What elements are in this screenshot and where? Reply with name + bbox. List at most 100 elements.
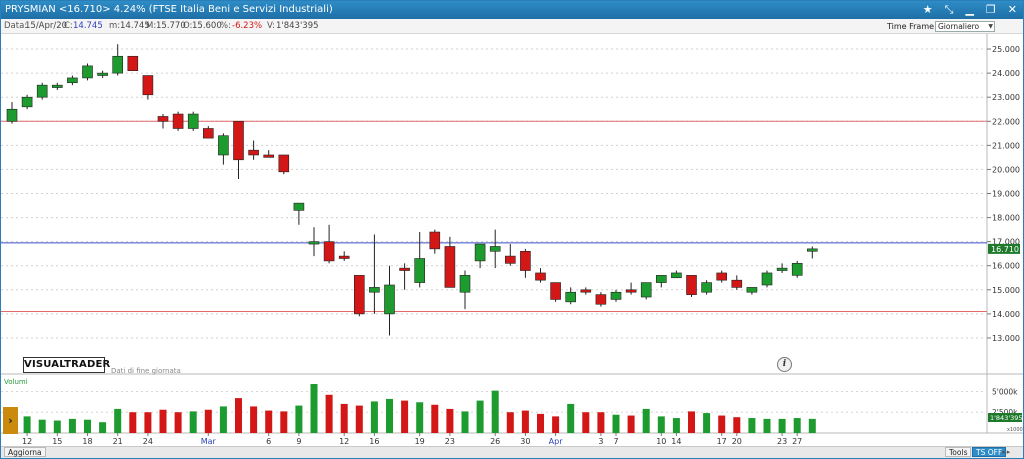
volume-bar[interactable] (159, 409, 167, 433)
candle-body[interactable] (640, 282, 652, 298)
candle-body[interactable] (353, 275, 365, 315)
candle-body[interactable] (157, 116, 169, 122)
candle-body[interactable] (187, 113, 199, 129)
candle-body[interactable] (82, 65, 93, 79)
candle-body[interactable] (716, 272, 728, 281)
candle-body[interactable] (459, 275, 471, 293)
candle-body[interactable] (580, 289, 592, 293)
candle-body[interactable] (323, 241, 335, 262)
candle-body[interactable] (369, 287, 380, 293)
volume-bar[interactable] (672, 418, 680, 433)
candle-body[interactable] (655, 275, 667, 283)
refresh-button[interactable]: Aggiorna (4, 447, 46, 457)
candle-body[interactable] (761, 272, 773, 286)
volume-bar[interactable] (446, 408, 454, 433)
volume-bar[interactable] (763, 418, 771, 433)
candle-body[interactable] (701, 282, 712, 293)
candle-body[interactable] (172, 113, 184, 129)
volume-bar[interactable] (778, 418, 786, 433)
candle-body[interactable] (414, 258, 426, 283)
volume-bar[interactable] (718, 415, 726, 433)
candle-body[interactable] (671, 272, 682, 279)
volume-bar[interactable] (235, 398, 242, 433)
candle-body[interactable] (51, 84, 63, 88)
candle-body[interactable] (112, 55, 123, 74)
candle-body[interactable] (399, 267, 410, 271)
info-icon[interactable]: i (777, 357, 792, 372)
volume-bar[interactable] (703, 413, 711, 433)
volume-bar[interactable] (688, 411, 695, 433)
candle-body[interactable] (338, 255, 350, 259)
candle-body[interactable] (746, 287, 758, 293)
volume-bar[interactable] (174, 412, 182, 433)
volume-bar[interactable] (461, 411, 469, 433)
price-chart[interactable]: 25.000 24.000 23.000 22.000 21.000 20.000 19.0… (1, 1, 1023, 446)
candle-body[interactable] (308, 241, 320, 245)
candle-body[interactable] (489, 246, 501, 252)
volume-bar[interactable] (431, 404, 439, 433)
candle-body[interactable] (429, 231, 441, 250)
volume-bar[interactable] (401, 400, 409, 433)
candle-body[interactable] (67, 77, 78, 84)
volume-bar[interactable] (506, 412, 514, 433)
volume-bar[interactable] (340, 403, 348, 433)
volume-bar[interactable] (476, 400, 484, 433)
volume-bar[interactable] (310, 383, 318, 433)
volume-bar[interactable] (612, 414, 620, 433)
volume-bar[interactable] (38, 419, 46, 433)
volume-bar[interactable] (23, 416, 31, 433)
volume-bar[interactable] (748, 418, 756, 433)
volume-bar[interactable] (68, 418, 76, 433)
candle-body[interactable] (384, 284, 395, 315)
candle-body[interactable] (504, 255, 516, 264)
candle-body[interactable] (444, 246, 456, 288)
candle-body[interactable] (248, 149, 259, 156)
candle-body[interactable] (595, 294, 607, 305)
chevron-right-icon[interactable]: › (3, 407, 18, 434)
candle-body[interactable] (550, 282, 561, 300)
volume-bar[interactable] (582, 412, 590, 433)
candle-body[interactable] (218, 135, 229, 156)
candle-body[interactable] (731, 279, 743, 288)
candle-body[interactable] (565, 291, 577, 303)
scroll-arrows[interactable]: ◂ ▸ (1001, 447, 1010, 458)
volume-bar[interactable] (808, 418, 816, 433)
candle-body[interactable] (520, 250, 531, 271)
volume-bar[interactable] (386, 398, 393, 433)
volume-bar[interactable] (265, 410, 273, 433)
volume-bar[interactable] (521, 410, 529, 433)
volume-bar[interactable] (280, 411, 288, 433)
volume-bar[interactable] (84, 419, 91, 433)
volume-bar[interactable] (597, 412, 605, 433)
volume-bar[interactable] (567, 403, 575, 433)
volume-bar[interactable] (491, 390, 499, 433)
candle-body[interactable] (293, 202, 305, 211)
volume-bar[interactable] (537, 413, 544, 433)
candle-body[interactable] (806, 248, 818, 252)
volume-bar[interactable] (250, 406, 258, 433)
volume-bar[interactable] (657, 416, 665, 433)
candle-body[interactable] (21, 96, 33, 108)
candle-body[interactable] (233, 120, 244, 161)
candle-body[interactable] (686, 275, 697, 295)
candle-body[interactable] (142, 75, 154, 96)
candle-body[interactable] (610, 291, 622, 300)
volume-bar[interactable] (144, 412, 152, 433)
candle-body[interactable] (791, 263, 803, 276)
volume-bar[interactable] (53, 420, 61, 433)
volume-bar[interactable] (416, 402, 424, 433)
volume-bar[interactable] (189, 411, 197, 433)
candle-body[interactable] (535, 272, 546, 281)
candle-body[interactable] (278, 154, 290, 173)
volume-bar[interactable] (642, 408, 650, 433)
volume-bar[interactable] (627, 415, 635, 433)
volume-bar[interactable] (552, 416, 560, 433)
volume-bar[interactable] (219, 406, 227, 433)
volume-bar[interactable] (370, 401, 378, 433)
candle-body[interactable] (97, 72, 108, 76)
candle-body[interactable] (625, 289, 637, 293)
candle-body[interactable] (36, 84, 48, 98)
volume-bar[interactable] (355, 405, 363, 433)
volume-bar[interactable] (295, 405, 303, 433)
volume-bar[interactable] (325, 394, 333, 433)
